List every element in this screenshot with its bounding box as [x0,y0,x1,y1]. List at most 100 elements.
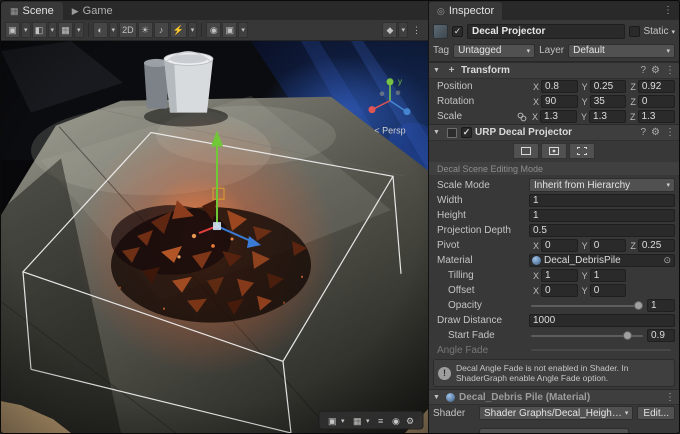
grid-snap-icon[interactable]: ▦ [58,22,73,38]
active-checkbox[interactable]: ✓ [452,26,463,37]
grid-snap-dropdown[interactable]: ▾ [74,22,84,38]
overlay-list-icon[interactable]: ≡ [378,416,383,426]
foldout-icon[interactable]: ▼ [433,394,442,401]
pivot-z-field[interactable] [638,239,675,252]
static-checkbox[interactable]: ✓ [629,26,640,37]
scale-mode-dropdown[interactable]: Inherit from Hierarchy ▾ [529,178,675,192]
scene-effects-dropdown[interactable]: ▾ [188,22,198,38]
start-fade-row: Start Fade [429,329,679,342]
transform-component-header[interactable]: ▼ + Transform ? ⚙ ⋮ [429,62,679,79]
pivot-x-field[interactable] [541,239,578,252]
tab-scene[interactable]: ▦ Scene [1,2,63,20]
shader-dropdown[interactable]: Shader Graphs/Decal_HeightMask ▾ [479,406,633,420]
preset-icon[interactable]: ⚙ [651,127,660,138]
rotation-row: Rotation X Y Z [429,95,679,108]
material-section-title: Decal_Debris Pile (Material) [459,392,590,403]
material-object-field[interactable]: Decal_DebrisPile ⊙ [529,254,675,267]
inspector-tabbar: ◎ Inspector ⋮ [429,1,679,20]
tab-game[interactable]: ▶ Game [63,2,122,20]
material-sphere-icon [446,393,455,402]
component-enabled-checkbox[interactable]: ✓ [461,127,472,138]
position-x-field[interactable] [541,80,578,93]
rotation-z-field[interactable] [638,95,675,108]
overlay-grid-dropdown[interactable]: ▾ [366,418,370,425]
width-row: Width [429,194,679,207]
decal-projector-component-header[interactable]: ▼ ✓ URP Decal Projector ? ⚙ ⋮ [429,124,679,141]
help-icon[interactable]: ? [640,127,646,138]
rotation-y-field[interactable] [590,95,627,108]
link-scale-icon[interactable] [517,112,527,122]
add-component-button[interactable]: Add Component [479,428,629,433]
tool-handle-icon[interactable]: ▣ [5,22,20,38]
scene-audio-icon[interactable]: ♪ [154,22,169,38]
tilling-x-field[interactable] [541,269,578,282]
shading-mode-dropdown[interactable]: ▾ [109,22,119,38]
pivot-y-field[interactable] [590,239,627,252]
scene-effects-icon[interactable]: ⚡ [170,22,187,38]
height-row: Height [429,209,679,222]
camera-settings-dropdown[interactable]: ▾ [238,22,248,38]
foldout-icon[interactable]: ▼ [433,129,442,136]
scene-toolbar-menu-icon[interactable]: ⋮ [409,22,424,38]
height-field[interactable] [529,209,675,222]
opacity-value-field[interactable] [647,299,675,312]
edit-uv-mode-button[interactable] [569,143,595,159]
kebab-menu-icon[interactable]: ⋮ [665,392,675,403]
decal-projector-object-icon [433,24,448,39]
draw-distance-field[interactable] [529,314,675,327]
edit-box-mode-button[interactable] [513,143,539,159]
tag-dropdown[interactable]: Untagged ▾ [453,44,535,58]
overlay-eye-icon[interactable]: ◉ [392,416,400,426]
start-fade-value-field[interactable] [647,329,675,342]
offset-y-field[interactable] [590,284,627,297]
scale-y-field[interactable] [589,110,626,123]
opacity-slider[interactable] [531,300,643,312]
tag-label: Tag [433,45,449,56]
overlay-settings-icon[interactable]: ⚙ [406,416,414,426]
kebab-menu-icon[interactable]: ⋮ [665,65,675,76]
tool-handle-dropdown[interactable]: ▾ [21,22,31,38]
scale-x-field[interactable] [540,110,577,123]
scene-lighting-icon[interactable]: ☀ [138,22,153,38]
inspector-menu-icon[interactable]: ⋮ [657,5,679,16]
projection-depth-field[interactable] [529,224,675,237]
tab-game-label: Game [83,5,113,17]
width-field[interactable] [529,194,675,207]
preset-icon[interactable]: ⚙ [651,65,660,76]
scene-viewport[interactable]: y < Persp ▣ ▾ ▦ ▾ ≡ ◉ ⚙ [1,41,428,433]
scale-z-field[interactable] [638,110,676,123]
material-section-header[interactable]: ▼ Decal_Debris Pile (Material) ⋮ [429,389,679,405]
shader-edit-button[interactable]: Edit... [637,406,675,420]
offset-x-field[interactable] [541,284,578,297]
gameobject-name-field[interactable] [467,24,625,39]
edit-pivot-mode-button[interactable] [541,143,567,159]
scene-visibility-icon[interactable]: ◉ [206,22,221,38]
start-fade-slider[interactable] [531,330,643,342]
tab-inspector[interactable]: ◎ Inspector [429,2,502,20]
static-dropdown-icon[interactable]: ▾ [671,28,675,36]
shader-row: Shader Shader Graphs/Decal_HeightMask ▾ … [429,405,679,421]
position-z-field[interactable] [638,80,675,93]
tilling-y-field[interactable] [590,269,627,282]
object-picker-icon[interactable]: ⊙ [663,255,672,266]
2d-toggle[interactable]: 2D [119,22,137,38]
overlay-camera-dropdown[interactable]: ▾ [341,418,345,425]
scene-render[interactable]: y < Persp ▣ ▾ ▦ ▾ ≡ ◉ ⚙ [1,41,428,433]
game-tab-icon: ▶ [72,6,79,17]
tool-pivot-icon[interactable]: ◧ [32,22,47,38]
kebab-menu-icon[interactable]: ⋮ [665,127,675,138]
help-icon[interactable]: ? [640,65,646,76]
shader-label: Shader [433,408,475,419]
offset-row: Offset X Y [429,284,679,297]
position-y-field[interactable] [590,80,627,93]
shading-mode-icon[interactable]: ◐ [93,22,108,38]
foldout-icon[interactable]: ▼ [433,67,442,74]
gizmos-icon[interactable]: ◆ [382,22,397,38]
layer-dropdown[interactable]: Default ▾ [568,44,675,58]
rotation-x-field[interactable] [541,95,578,108]
gizmos-dropdown[interactable]: ▾ [398,22,408,38]
camera-settings-icon[interactable]: ▣ [222,22,237,38]
tool-pivot-dropdown[interactable]: ▾ [48,22,58,38]
overlay-grid-icon[interactable]: ▦ [353,416,362,426]
overlay-camera-icon[interactable]: ▣ [328,416,337,426]
